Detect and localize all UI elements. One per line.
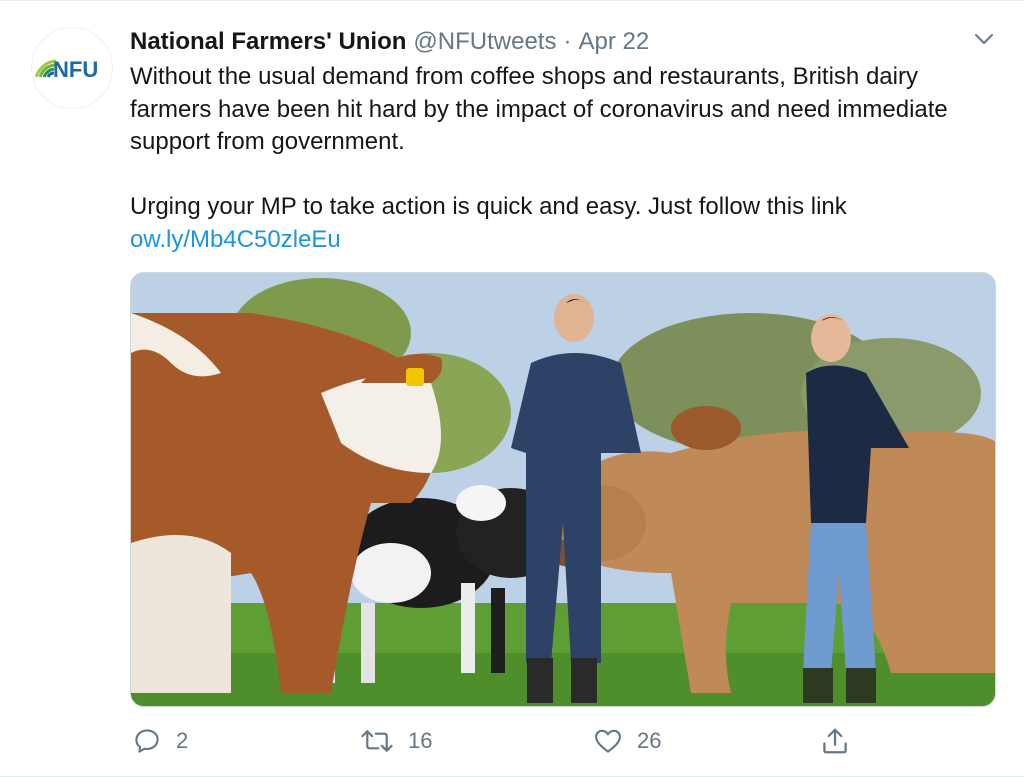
display-name[interactable]: National Farmers' Union	[130, 28, 406, 56]
tweet-actions: 2 16 26	[130, 723, 996, 759]
avatar[interactable]: NFU	[31, 27, 113, 109]
user-handle[interactable]: @NFUtweets	[413, 28, 556, 56]
reply-icon	[135, 729, 159, 753]
nfu-logo-icon: NFU	[34, 57, 98, 82]
svg-text:NFU: NFU	[53, 57, 98, 82]
like-count: 26	[637, 728, 662, 753]
tweet-paragraph-1: Without the usual demand from coffee sho…	[130, 63, 948, 155]
tweet-header: National Farmers' Union @NFUtweets · Apr…	[130, 27, 649, 57]
tweet-photo[interactable]	[130, 272, 996, 707]
tweet-paragraph-2: Urging your MP to take action is quick a…	[130, 193, 847, 220]
reply-button[interactable]: 2	[132, 723, 188, 759]
retweet-icon	[361, 730, 393, 752]
share-button[interactable]	[820, 723, 850, 759]
chevron-down-icon	[975, 34, 993, 44]
heart-icon	[595, 729, 621, 753]
tweet-link[interactable]: ow.ly/Mb4C50zleEu	[130, 226, 341, 253]
farmers-with-cows-photo	[131, 273, 995, 706]
retweet-button[interactable]: 16	[360, 723, 432, 759]
more-options-button[interactable]	[970, 29, 998, 49]
share-icon	[823, 728, 847, 754]
reply-count: 2	[176, 728, 189, 753]
separator-dot: ·	[563, 28, 572, 55]
like-button[interactable]: 26	[593, 723, 661, 759]
tweet-text: Without the usual demand from coffee sho…	[130, 61, 990, 256]
tweet-card[interactable]: NFU National Farmers' Union @NFUtweets ·…	[0, 0, 1024, 777]
tweet-date[interactable]: Apr 22	[578, 28, 649, 56]
retweet-count: 16	[408, 728, 433, 753]
